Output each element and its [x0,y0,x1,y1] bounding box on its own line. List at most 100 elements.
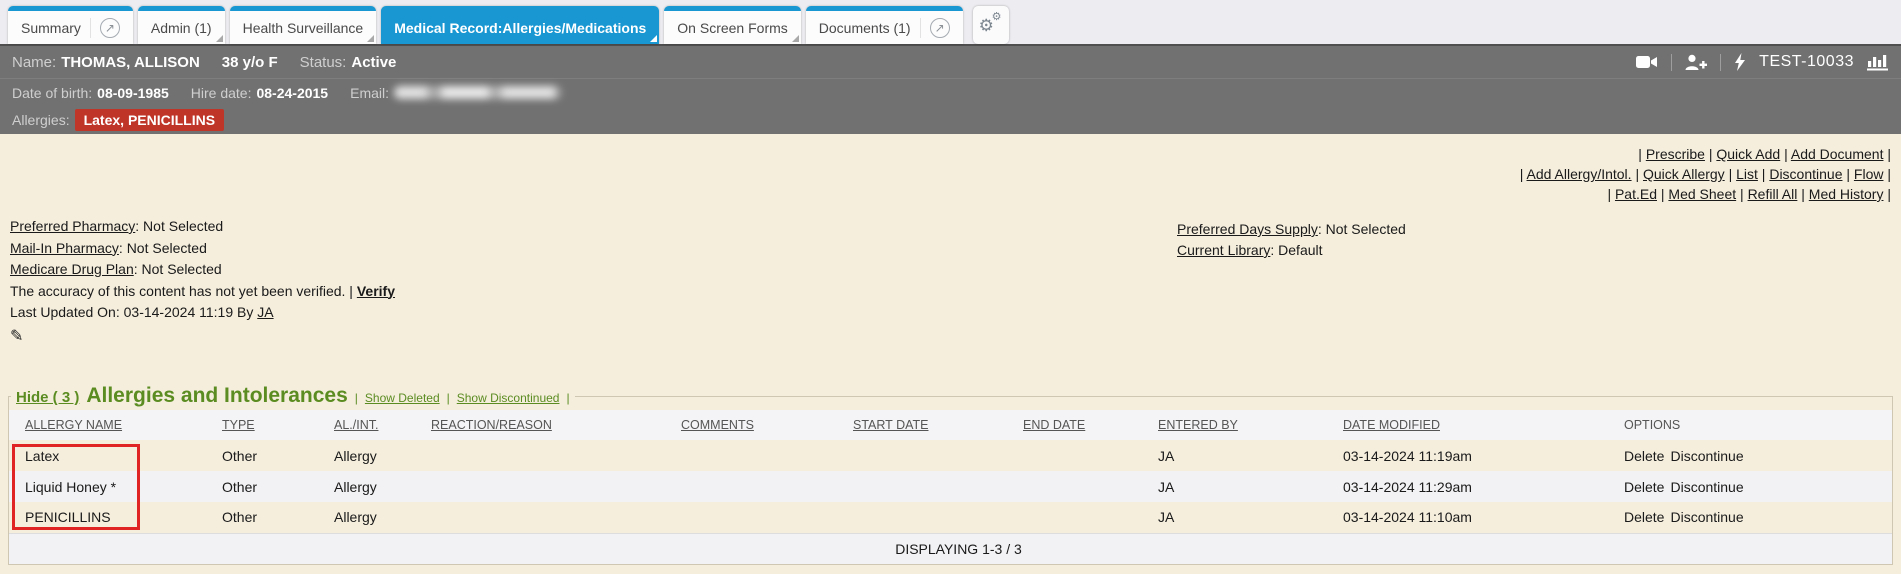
video-camera-icon[interactable] [1636,54,1658,70]
quick-add-link[interactable]: Quick Add [1716,146,1780,162]
col-options: OPTIONS [1624,410,1892,440]
cell-date-modified: 03-14-2024 11:19am [1343,440,1624,471]
add-document-link[interactable]: Add Document [1791,146,1884,162]
delete-link[interactable]: Delete [1624,509,1664,525]
col-comments[interactable]: COMMENTS [681,410,853,440]
bar-chart-icon[interactable] [1867,53,1889,71]
tab-summary-label: Summary [21,20,81,36]
discontinue-link[interactable]: Discontinue [1670,509,1743,525]
cell-start-date [853,440,1023,471]
table-header-row: ALLERGY NAME TYPE AL./INT. REACTION/REAS… [9,410,1892,440]
current-library-link[interactable]: Current Library [1177,242,1270,258]
cell-comments [681,471,853,502]
preferred-pharmacy-value: : Not Selected [135,218,223,234]
cell-end-date [1023,502,1158,533]
refill-all-link[interactable]: Refill All [1748,186,1798,202]
separator: | [566,391,569,405]
col-date-modified[interactable]: DATE MODIFIED [1343,410,1624,440]
patient-banner-row2: Date of birth: 08-09-1985 Hire date: 08-… [0,79,1901,106]
preferred-pharmacy-link[interactable]: Preferred Pharmacy [10,218,135,234]
table-row: PENICILLINS Other Allergy JA 03-14-2024 … [9,502,1892,533]
tab-health-surveillance[interactable]: Health Surveillance [230,6,377,44]
verify-link[interactable]: Verify [357,283,395,299]
preferred-days-supply-link[interactable]: Preferred Days Supply [1177,221,1318,237]
medicare-drug-plan-link[interactable]: Medicare Drug Plan [10,261,134,277]
status-label: Status: [300,54,347,71]
med-history-link[interactable]: Med History [1809,186,1884,202]
med-sheet-link[interactable]: Med Sheet [1668,186,1736,202]
discontinue-link[interactable]: Discontinue [1769,166,1842,182]
banner-icon-group: TEST-10033 [1636,53,1889,71]
separator: | [1661,186,1665,202]
tab-admin[interactable]: Admin (1) [138,6,225,44]
col-reaction-reason[interactable]: REACTION/REASON [431,410,681,440]
medicare-drug-plan-value: : Not Selected [134,261,222,277]
divider [1720,54,1721,71]
cell-allergy-name: Liquid Honey * [9,471,222,502]
list-link[interactable]: List [1736,166,1758,182]
patient-name: THOMAS, ALLISON [61,54,200,71]
cell-entered-by: JA [1158,502,1343,533]
prescribe-link[interactable]: Prescribe [1646,146,1705,162]
col-type[interactable]: TYPE [222,410,334,440]
supply-info-block: Preferred Days Supply: Not Selected Curr… [1177,219,1406,261]
separator: | [1784,146,1788,162]
last-updated-text: Last Updated On: 03-14-2024 11:19 By [10,304,253,320]
paging-status: DISPLAYING 1-3 / 3 [9,533,1892,564]
cell-type: Other [222,440,334,471]
discontinue-link[interactable]: Discontinue [1670,479,1743,495]
cell-allergy-name: PENICILLINS [9,502,222,533]
current-library-value: : Default [1270,242,1322,258]
current-library-row: Current Library: Default [1177,240,1406,261]
tab-documents[interactable]: Documents (1) ↗ [806,6,963,44]
settings-button[interactable]: ⚙ ⚙ [973,6,1009,44]
add-allergy-intol-link[interactable]: Add Allergy/Intol. [1527,166,1632,182]
mail-in-pharmacy-link[interactable]: Mail-In Pharmacy [10,240,119,256]
days-supply-row: Preferred Days Supply: Not Selected [1177,219,1406,240]
cell-comments [681,502,853,533]
name-label: Name: [12,54,56,71]
col-start-date[interactable]: START DATE [853,410,1023,440]
cell-end-date [1023,440,1158,471]
cell-start-date [853,502,1023,533]
add-person-icon[interactable] [1685,54,1707,71]
patient-banner-row1: Name: THOMAS, ALLISON 38 y/o F Status: A… [0,46,1901,79]
show-deleted-link[interactable]: Show Deleted [365,391,440,405]
col-al-int[interactable]: AL./INT. [334,410,431,440]
detach-tab-button[interactable]: ↗ [90,18,120,38]
discontinue-link[interactable]: Discontinue [1670,448,1743,464]
allergies-badge[interactable]: Latex, PENICILLINS [75,109,224,131]
tab-documents-label: Documents (1) [819,20,911,36]
col-entered-by[interactable]: ENTERED BY [1158,410,1343,440]
col-end-date[interactable]: END DATE [1023,410,1158,440]
tab-admin-label: Admin (1) [151,20,212,36]
pat-ed-link[interactable]: Pat.Ed [1615,186,1657,202]
email-label: Email: [350,85,389,101]
col-allergy-name[interactable]: ALLERGY NAME [9,410,222,440]
detach-tab-button[interactable]: ↗ [920,18,950,38]
delete-link[interactable]: Delete [1624,479,1664,495]
tab-health-surveillance-label: Health Surveillance [243,20,364,36]
tab-medical-record[interactable]: Medical Record:Allergies/Medications [381,6,659,44]
separator: | [447,391,450,405]
separator: | [1887,146,1891,162]
preferred-pharmacy-row: Preferred Pharmacy: Not Selected [10,216,395,238]
hide-section-link[interactable]: Hide ( 3 ) [16,389,79,406]
tab-on-screen-forms[interactable]: On Screen Forms [664,6,800,44]
tab-summary[interactable]: Summary ↗ [8,6,133,44]
last-updated-by-link[interactable]: JA [257,304,273,320]
quick-allergy-link[interactable]: Quick Allergy [1643,166,1725,182]
flow-link[interactable]: Flow [1854,166,1884,182]
allergies-section-title: Allergies and Intolerances [86,384,347,408]
tab-fold-icon [367,35,374,42]
separator: | [1635,166,1639,182]
show-discontinued-link[interactable]: Show Discontinued [457,391,560,405]
delete-link[interactable]: Delete [1624,448,1664,464]
lightning-icon[interactable] [1734,53,1746,71]
cell-type: Other [222,502,334,533]
separator: | [1740,186,1744,202]
cell-reaction [431,502,681,533]
divider [1671,54,1672,71]
hire-date-label: Hire date: [191,85,252,101]
edit-pencil-icon[interactable]: ✎ [10,326,23,348]
